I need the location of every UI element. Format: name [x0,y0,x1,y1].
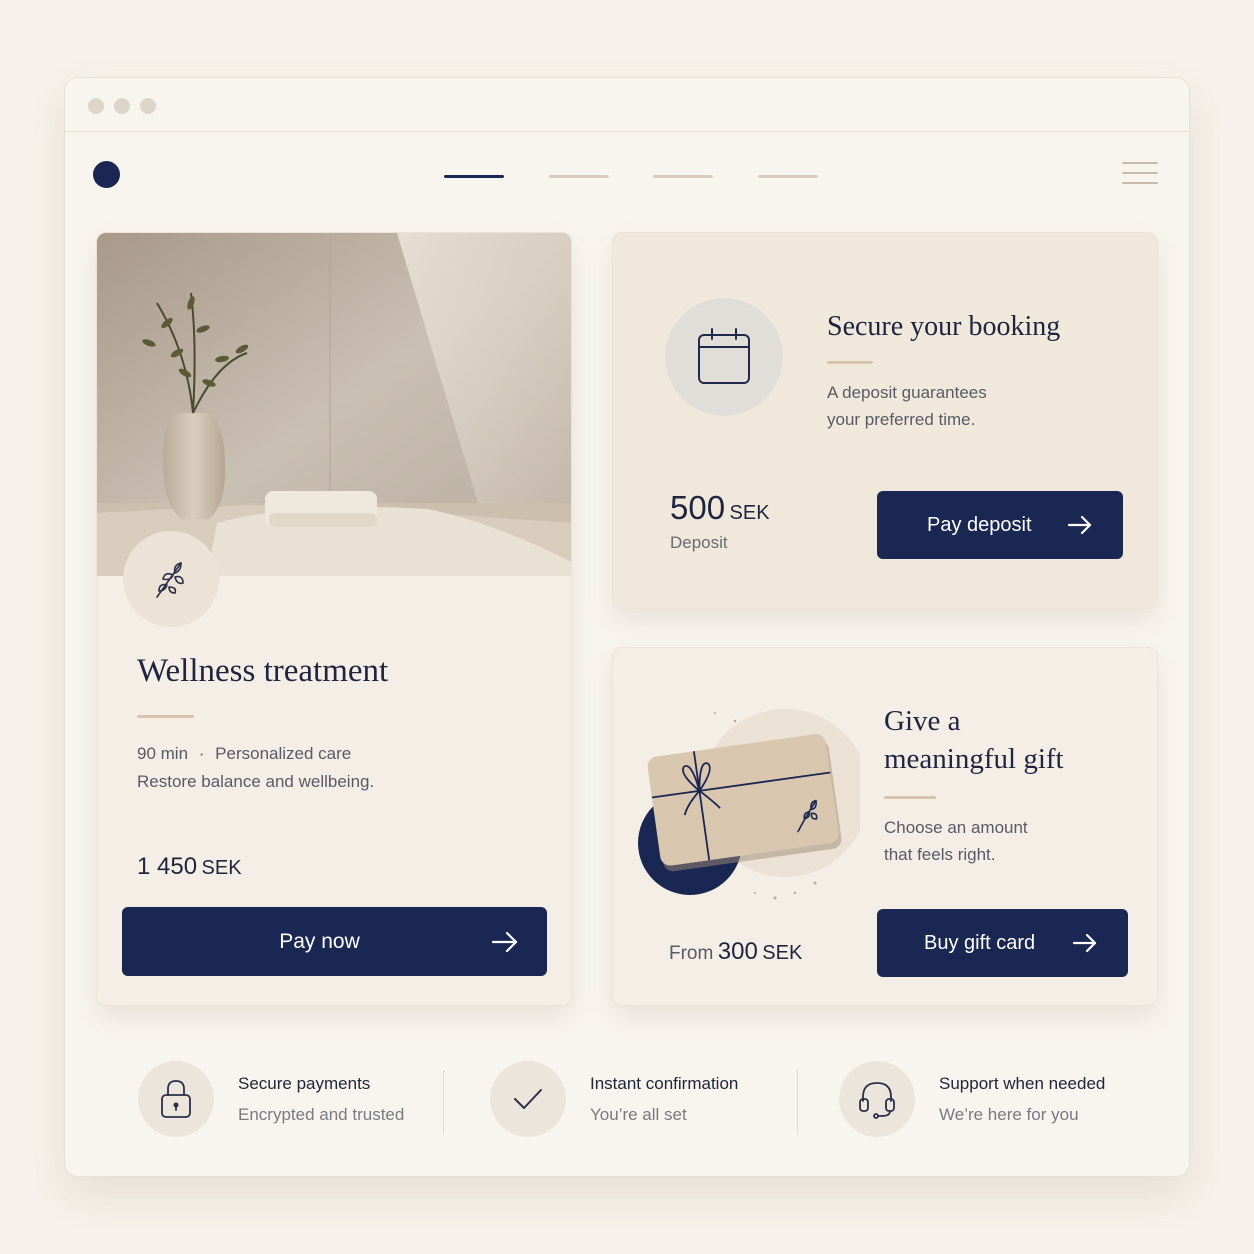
deposit-price-currency: SEK [729,502,770,524]
calendar-badge [665,298,783,416]
calendar-icon [698,328,750,384]
deposit-card: Secure your booking A deposit guarantees… [612,232,1158,609]
gift-card-illustration [638,709,860,900]
treatment-description: Restore balance and wellbeing. [137,772,375,791]
window-close-dot[interactable] [88,98,104,114]
treatment-title: Wellness treatment [137,653,389,689]
deposit-price-label: Deposit [670,533,728,552]
deposit-divider [827,361,873,364]
deposit-description-2: your preferred time. [827,410,976,429]
window-maximize-dot[interactable] [140,98,156,114]
deposit-price: 500 SEK [670,489,770,527]
arrow-right-icon [1067,515,1092,535]
feature-divider [443,1070,444,1134]
pay-deposit-label: Pay deposit [927,513,1032,536]
pay-now-button[interactable]: Pay now [122,907,547,976]
gift-description-1: Choose an amount [884,818,1028,837]
gift-card: Give a meaningful gift Choose an amount … [612,647,1158,1006]
buy-gift-card-button[interactable]: Buy gift card [877,909,1128,977]
treatment-price-amount: 1 450 [137,853,198,880]
treatment-feature: Personalized care [215,744,352,763]
spa-photo [97,233,571,576]
arrow-right-icon [1072,933,1097,953]
feature-title: Secure payments [238,1074,371,1093]
window-minimize-dot[interactable] [114,98,130,114]
gift-divider [884,796,936,799]
leaf-icon [156,562,184,598]
check-icon [514,1089,542,1109]
treatment-meta: 90 min · Personalized care [137,744,351,764]
gift-price-currency: SEK [762,942,803,964]
treatment-price: 1 450 SEK [137,853,242,881]
pay-now-label: Pay now [279,929,360,953]
headset-icon [859,1082,895,1119]
treatment-duration: 90 min [137,744,189,763]
hamburger-menu-icon[interactable] [1122,162,1158,186]
feature-subtitle: You’re all set [590,1105,687,1124]
nav-item-3[interactable] [653,175,713,178]
gift-title-line-2: meaningful gift [884,743,1064,775]
browser-window: Wellness treatment 90 min · Personalized… [64,77,1190,1177]
nav-item-4[interactable] [758,175,818,178]
meta-separator: · [198,744,205,763]
deposit-title: Secure your booking [827,311,1061,342]
gift-title: Give a meaningful gift [884,702,1114,778]
nav-item-2[interactable] [549,175,609,178]
feature-subtitle: Encrypted and trusted [238,1105,405,1124]
buy-gift-card-label: Buy gift card [924,931,1036,954]
deposit-price-amount: 500 [670,489,726,526]
gift-from-label: From [669,943,714,964]
gift-description-2: that feels right. [884,845,996,864]
arrow-right-icon [491,931,518,952]
gift-price: From 300 SEK [669,938,802,966]
pay-deposit-button[interactable]: Pay deposit [877,491,1123,559]
feature-title: Instant confirmation [590,1074,739,1093]
treatment-card: Wellness treatment 90 min · Personalized… [96,232,572,1006]
leaf-badge [123,531,219,627]
treatment-price-currency: SEK [201,857,242,879]
feature-title: Support when needed [939,1074,1106,1093]
brand-logo[interactable] [93,161,120,188]
feature-subtitle: We’re here for you [939,1105,1079,1124]
gift-price-amount: 300 [717,938,758,965]
lock-icon [161,1080,191,1118]
feature-divider [797,1070,798,1134]
nav-item-1[interactable] [444,175,504,178]
window-titlebar [65,78,1189,132]
treatment-divider [137,715,194,718]
deposit-description-1: A deposit guarantees [827,383,987,402]
gift-title-line-1: Give a [884,705,961,737]
